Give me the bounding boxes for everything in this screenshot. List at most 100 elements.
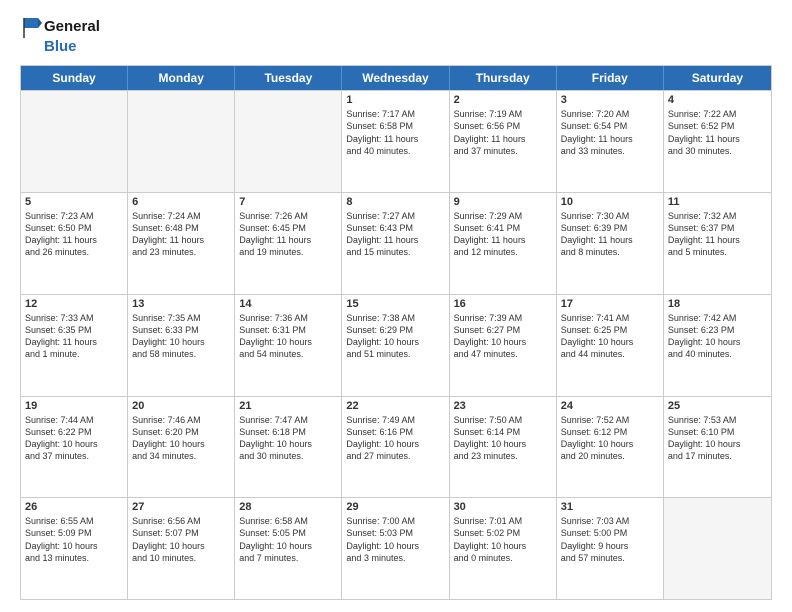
- cell-info-line: Sunset: 5:07 PM: [132, 527, 230, 539]
- weekday-thursday: Thursday: [450, 66, 557, 90]
- day-number-9: 9: [454, 196, 552, 208]
- cell-info-line: Daylight: 10 hours: [25, 540, 123, 552]
- cell-info-line: Daylight: 10 hours: [454, 438, 552, 450]
- cell-info-line: Sunrise: 7:36 AM: [239, 312, 337, 324]
- weekday-tuesday: Tuesday: [235, 66, 342, 90]
- day-number-17: 17: [561, 298, 659, 310]
- cell-info-line: Sunrise: 7:49 AM: [346, 414, 444, 426]
- cell-info-line: Daylight: 10 hours: [346, 336, 444, 348]
- weekday-sunday: Sunday: [21, 66, 128, 90]
- cell-info-line: Sunset: 6:56 PM: [454, 120, 552, 132]
- day-number-4: 4: [668, 94, 767, 106]
- day-13: 13Sunrise: 7:35 AMSunset: 6:33 PMDayligh…: [128, 295, 235, 396]
- cell-info-line: Daylight: 11 hours: [132, 234, 230, 246]
- day-number-3: 3: [561, 94, 659, 106]
- cell-info-line: and 13 minutes.: [25, 552, 123, 564]
- cell-info-line: and 8 minutes.: [561, 246, 659, 258]
- cell-info-line: Daylight: 11 hours: [25, 234, 123, 246]
- day-14: 14 Sunrise: 7:36 AMSunset: 6:31 PMDayligh…: [235, 295, 342, 396]
- page: General Blue SundayMondayTuesdayWednesda…: [0, 0, 792, 612]
- day-26: 26Sunrise: 6:55 AMSunset: 5:09 PMDayligh…: [21, 498, 128, 599]
- cell-info-line: Sunrise: 6:58 AM: [239, 515, 337, 527]
- day-4: 4Sunrise: 7:22 AMSunset: 6:52 PMDaylight…: [664, 91, 771, 192]
- cell-info-line: Sunset: 5:09 PM: [25, 527, 123, 539]
- day-number-30: 30: [454, 501, 552, 513]
- calendar-body: 1Sunrise: 7:17 AMSunset: 6:58 PMDaylight…: [21, 90, 771, 599]
- cell-info-line: Sunrise: 7:41 AM: [561, 312, 659, 324]
- cell-info-line: Daylight: 10 hours: [239, 336, 337, 348]
- cell-info-line: Sunset: 6:20 PM: [132, 426, 230, 438]
- day-number-25: 25: [668, 400, 767, 412]
- cell-info-line: Sunrise: 7:19 AM: [454, 108, 552, 120]
- cell-info-line: Daylight: 10 hours: [346, 540, 444, 552]
- logo-blue: Blue: [44, 38, 77, 55]
- cell-info-line: Sunrise: 7:27 AM: [346, 210, 444, 222]
- cell-info-line: Sunrise: 7:03 AM: [561, 515, 659, 527]
- cell-info-line: Sunset: 6:10 PM: [668, 426, 767, 438]
- cell-info-line: Daylight: 11 hours: [346, 133, 444, 145]
- cell-info-line: Sunrise: 7:24 AM: [132, 210, 230, 222]
- cell-info-line: Sunset: 6:39 PM: [561, 222, 659, 234]
- empty-cell-r0-c0: [21, 91, 128, 192]
- cell-info-line: Sunrise: 7:32 AM: [668, 210, 767, 222]
- logo: General Blue: [20, 16, 100, 55]
- cell-info-line: Sunset: 6:25 PM: [561, 324, 659, 336]
- day-18: 18Sunrise: 7:42 AMSunset: 6:23 PMDayligh…: [664, 295, 771, 396]
- cell-info-line: Daylight: 10 hours: [25, 438, 123, 450]
- cell-info-line: Sunset: 6:16 PM: [346, 426, 444, 438]
- cell-info-line: Sunset: 6:54 PM: [561, 120, 659, 132]
- cell-info-line: Sunrise: 7:46 AM: [132, 414, 230, 426]
- day-number-1: 1: [346, 94, 444, 106]
- cell-info-line: Sunset: 5:05 PM: [239, 527, 337, 539]
- cell-info-line: Sunrise: 7:23 AM: [25, 210, 123, 222]
- day-2: 2Sunrise: 7:19 AMSunset: 6:56 PMDaylight…: [450, 91, 557, 192]
- day-17: 17Sunrise: 7:41 AMSunset: 6:25 PMDayligh…: [557, 295, 664, 396]
- empty-cell-r0-c2: [235, 91, 342, 192]
- cell-info-line: and 58 minutes.: [132, 348, 230, 360]
- cell-info-line: and 12 minutes.: [454, 246, 552, 258]
- cell-info-line: Sunrise: 7:30 AM: [561, 210, 659, 222]
- cell-info-line: and 15 minutes.: [346, 246, 444, 258]
- day-number-28: 28: [239, 501, 337, 513]
- day-number-10: 10: [561, 196, 659, 208]
- cell-info-line: Sunset: 6:48 PM: [132, 222, 230, 234]
- cell-info-line: and 20 minutes.: [561, 450, 659, 462]
- cell-info-line: Sunset: 6:33 PM: [132, 324, 230, 336]
- cell-info-line: Sunset: 6:35 PM: [25, 324, 123, 336]
- cell-info-line: Sunset: 6:52 PM: [668, 120, 767, 132]
- day-5: 5Sunrise: 7:23 AMSunset: 6:50 PMDaylight…: [21, 193, 128, 294]
- day-number-27: 27: [132, 501, 230, 513]
- day-number-20: 20: [132, 400, 230, 412]
- cell-info-line: Sunrise: 7:35 AM: [132, 312, 230, 324]
- cell-info-line: Sunrise: 7:39 AM: [454, 312, 552, 324]
- cell-info-line: Daylight: 10 hours: [132, 438, 230, 450]
- day-number-16: 16: [454, 298, 552, 310]
- cell-info-line: Sunset: 6:18 PM: [239, 426, 337, 438]
- calendar-row-4: 19Sunrise: 7:44 AMSunset: 6:22 PMDayligh…: [21, 396, 771, 498]
- cell-info-line: Sunset: 6:37 PM: [668, 222, 767, 234]
- cell-info-line: Sunrise: 7:00 AM: [346, 515, 444, 527]
- cell-info-line: Sunset: 5:02 PM: [454, 527, 552, 539]
- cell-info-line: Daylight: 11 hours: [561, 234, 659, 246]
- day-number-15: 15: [346, 298, 444, 310]
- cell-info-line: Daylight: 10 hours: [132, 336, 230, 348]
- day-number-7: 7: [239, 196, 337, 208]
- day-30: 30Sunrise: 7:01 AMSunset: 5:02 PMDayligh…: [450, 498, 557, 599]
- day-number-21: 21: [239, 400, 337, 412]
- cell-info-line: Sunset: 6:41 PM: [454, 222, 552, 234]
- cell-info-line: Sunrise: 7:20 AM: [561, 108, 659, 120]
- day-number-14: 14: [239, 298, 337, 310]
- cell-info-line: and 17 minutes.: [668, 450, 767, 462]
- cell-info-line: Sunset: 5:03 PM: [346, 527, 444, 539]
- cell-info-line: Daylight: 11 hours: [561, 133, 659, 145]
- calendar-row-3: 12Sunrise: 7:33 AMSunset: 6:35 PMDayligh…: [21, 294, 771, 396]
- cell-info-line: Sunset: 6:43 PM: [346, 222, 444, 234]
- cell-info-line: and 57 minutes.: [561, 552, 659, 564]
- calendar: SundayMondayTuesdayWednesdayThursdayFrid…: [20, 65, 772, 600]
- cell-info-line: Sunset: 6:31 PM: [239, 324, 337, 336]
- cell-info-line: and 30 minutes.: [668, 145, 767, 157]
- day-number-22: 22: [346, 400, 444, 412]
- cell-info-line: Daylight: 11 hours: [668, 133, 767, 145]
- cell-info-line: Sunrise: 7:50 AM: [454, 414, 552, 426]
- day-8: 8Sunrise: 7:27 AMSunset: 6:43 PMDaylight…: [342, 193, 449, 294]
